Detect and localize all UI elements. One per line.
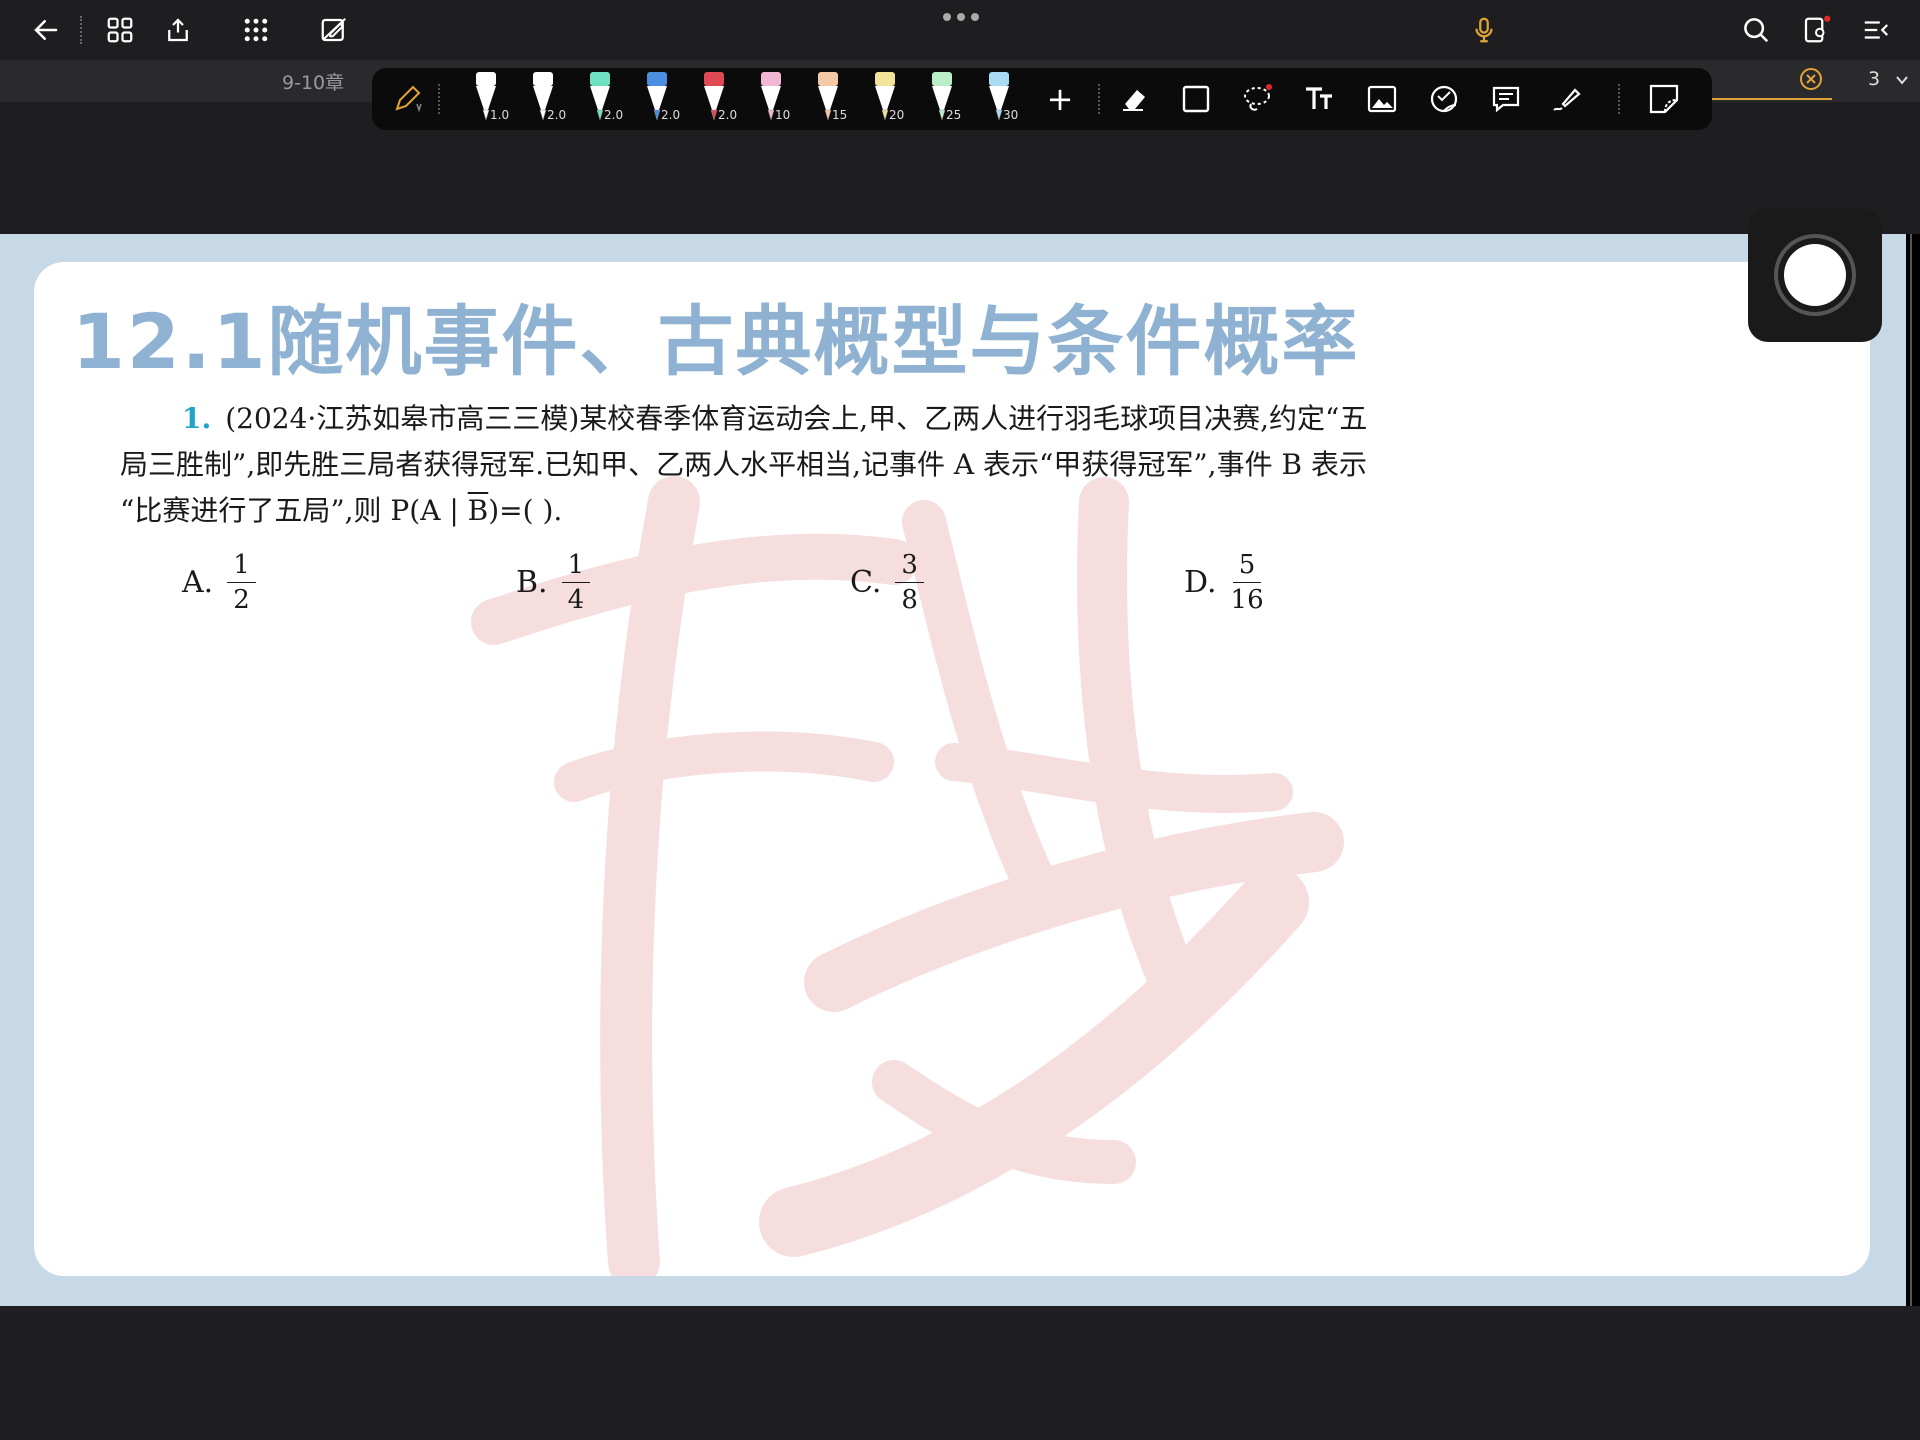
pen-size-label: 20 (889, 108, 905, 122)
document-page[interactable]: 12.1随机事件、古典概型与条件概率 1. (2024·江苏如皋市高三三模)某校春… (34, 262, 1870, 1276)
apps-icon[interactable] (234, 8, 278, 52)
pen-preset[interactable]: 2.0 (523, 68, 567, 130)
page-corner-icon[interactable] (1642, 74, 1686, 124)
option-d[interactable]: D. 5 16 (1184, 548, 1264, 617)
pen-size-label: 2.0 (604, 108, 624, 122)
numerator: 1 (561, 548, 591, 583)
option-letter: D. (1184, 565, 1217, 600)
scrollbar-thumb[interactable] (1910, 234, 1912, 1306)
lasso-icon[interactable] (1236, 74, 1280, 124)
option-letter: C. (850, 565, 882, 600)
pen-preset[interactable]: 25 (922, 68, 962, 130)
pen-preset[interactable]: 15 (808, 68, 848, 130)
pen-preset[interactable]: 2.0 (580, 68, 624, 130)
pen-size-label: 25 (946, 108, 962, 122)
denominator: 8 (901, 585, 918, 615)
answer-options: A. 12 B. 14 C. 38 D. 5 16 (182, 548, 1382, 628)
toolbar-divider (1098, 84, 1100, 114)
question-text-line3-post: )=( ). (488, 494, 563, 527)
laser-pointer-icon[interactable] (1546, 74, 1590, 124)
edit-off-icon[interactable] (312, 8, 356, 52)
settings-icon[interactable] (1794, 8, 1838, 52)
toolbar-divider (80, 16, 82, 44)
toolbar-divider (438, 84, 440, 114)
pen-preset[interactable]: 1.0 (466, 68, 510, 130)
record-widget[interactable] (1748, 208, 1882, 342)
question-text-line3-pre: “比赛进行了五局”,则 P(A | (120, 494, 468, 527)
fraction: 5 16 (1231, 548, 1264, 617)
pen-size-label: 10 (775, 108, 791, 122)
search-icon[interactable] (1734, 8, 1778, 52)
pen-size-label: 2.0 (718, 108, 738, 122)
option-a[interactable]: A. 12 (182, 548, 256, 617)
scrollbar-track[interactable] (1906, 234, 1920, 1306)
fraction: 14 (561, 548, 591, 617)
more-dots-icon[interactable] (940, 10, 982, 24)
pen-toolbar: 1.0 2.0 2.0 2.0 2.0 10 15 20 25 30 + (372, 68, 1712, 130)
question-number: 1. (182, 402, 212, 435)
pen-preset[interactable]: 20 (865, 68, 905, 130)
option-letter: A. (182, 565, 214, 600)
fraction: 12 (227, 548, 256, 617)
option-c[interactable]: C. 38 (850, 548, 924, 617)
numerator: 5 (1232, 548, 1262, 583)
share-icon[interactable] (156, 8, 200, 52)
bottom-area (0, 1306, 1920, 1440)
section-heading: 12.1随机事件、古典概型与条件概率 (72, 297, 1360, 386)
top-bar (0, 0, 1920, 60)
denominator: 4 (567, 585, 585, 615)
sticker-icon[interactable] (1422, 74, 1466, 124)
document-tab-title[interactable]: 9-10章 (282, 68, 344, 95)
chevron-down-icon[interactable] (1894, 72, 1910, 88)
question-text-line2: 局三胜制”,即先胜三局者获得冠军.已知甲、乙两人水平相当,记事件 A 表示“甲获… (120, 448, 1367, 481)
question-line: 1. (2024·江苏如皋市高三三模)某校春季体育运动会上,甲、乙两人进行羽毛球项… (120, 396, 1540, 442)
add-pen-button[interactable]: + (1040, 74, 1080, 124)
add-pen-label: + (1046, 80, 1074, 118)
comment-icon[interactable] (1484, 74, 1528, 124)
complement-b: B (467, 494, 489, 527)
pen-size-label: 15 (832, 108, 848, 122)
question-text-line1: (2024·江苏如皋市高三三模)某校春季体育运动会上,甲、乙两人进行羽毛球项目决… (225, 402, 1368, 435)
question-line: “比赛进行了五局”,则 P(A | B)=( ). (120, 488, 1540, 534)
back-arrow-icon[interactable] (24, 8, 68, 52)
denominator: 16 (1230, 585, 1264, 615)
eraser-icon[interactable] (1112, 74, 1156, 124)
close-tab-icon[interactable] (1798, 66, 1824, 92)
pen-preset[interactable]: 30 (979, 68, 1019, 130)
pen-size-label: 1.0 (490, 108, 510, 122)
denominator: 2 (233, 585, 250, 615)
pen-preset[interactable]: 10 (751, 68, 791, 130)
option-b[interactable]: B. 14 (516, 548, 591, 617)
grid-icon[interactable] (98, 8, 142, 52)
option-letter: B. (516, 565, 548, 600)
fraction: 38 (895, 548, 924, 617)
toolbar-divider (1618, 84, 1620, 114)
pencil-settings-icon[interactable] (386, 74, 430, 124)
shape-icon[interactable] (1174, 74, 1218, 124)
question-block: 1. (2024·江苏如皋市高三三模)某校春季体育运动会上,甲、乙两人进行羽毛球项… (120, 396, 1540, 534)
tab-active-indicator (1712, 98, 1832, 100)
record-button-icon[interactable] (1772, 232, 1858, 318)
image-icon[interactable] (1360, 74, 1404, 124)
pen-size-label: 30 (1003, 108, 1019, 122)
page-number[interactable]: 3 (1868, 68, 1880, 90)
numerator: 3 (895, 548, 924, 583)
pen-preset[interactable]: 2.0 (694, 68, 738, 130)
menu-icon[interactable] (1854, 8, 1898, 52)
mic-icon[interactable] (1462, 8, 1506, 52)
numerator: 1 (227, 548, 256, 583)
pen-preset[interactable]: 2.0 (637, 68, 681, 130)
text-tool-icon[interactable] (1298, 74, 1342, 124)
pen-size-label: 2.0 (661, 108, 681, 122)
pen-size-label: 2.0 (547, 108, 567, 122)
